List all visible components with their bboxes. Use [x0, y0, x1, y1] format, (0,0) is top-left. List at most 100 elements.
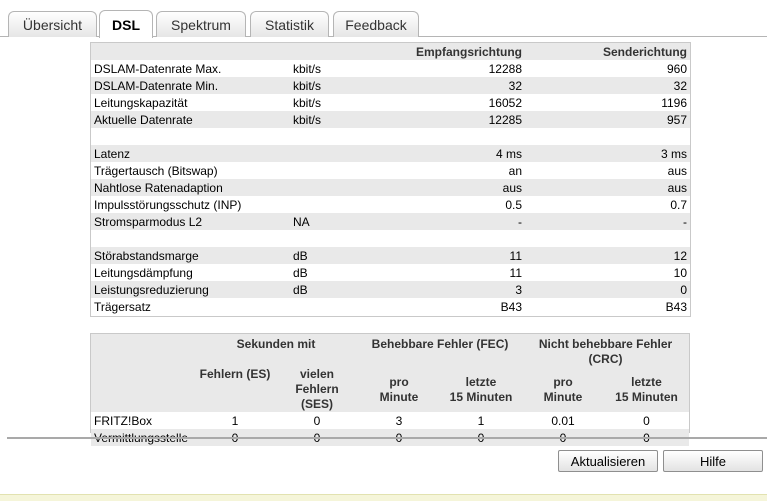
- row-tx-value: 0.7: [670, 197, 687, 212]
- row-rx-value: 3: [515, 282, 522, 297]
- header-empty: [91, 334, 194, 367]
- cell-crc-min: 0.01: [551, 413, 575, 428]
- help-button[interactable]: Hilfe: [663, 450, 763, 472]
- row-label: Trägersatz: [94, 299, 151, 314]
- row-rx-value: [390, 128, 525, 145]
- header-crc-15-line2: 15 Minuten: [615, 389, 678, 404]
- row-unit: dB: [293, 282, 308, 297]
- header-crc-line1: Nicht behebbare Fehler: [538, 337, 673, 351]
- row-label: Aktuelle Datenrate: [94, 112, 193, 127]
- row-tx-value: 32: [673, 78, 687, 93]
- row-tx-value: aus: [667, 163, 687, 178]
- bottom-strip: [0, 494, 767, 501]
- header-crc: Nicht behebbare Fehler (CRC): [522, 334, 689, 367]
- row-tx-value: 10: [673, 265, 687, 280]
- header-fec-last-15: letzte 15 Minuten: [440, 367, 522, 412]
- row-tx-value: 0: [680, 282, 687, 297]
- header-fec: Behebbare Fehler (FEC): [371, 337, 509, 351]
- row-unit: dB: [293, 265, 308, 280]
- header-crc-per-minute: pro Minute: [522, 367, 604, 412]
- row-label: Leitungsdämpfung: [94, 265, 193, 280]
- row-label: [91, 230, 290, 247]
- error-sub-header-row: Fehlern (ES) vielen Fehlern (SES) pro Mi…: [91, 367, 690, 412]
- row-label: FRITZ!Box: [94, 413, 153, 428]
- row-rx-value: 12285: [488, 112, 522, 127]
- header-crc-min-line1: pro: [553, 374, 573, 389]
- header-sekunden-mit: Sekunden mit: [236, 337, 316, 351]
- row-label: Impulsstörungsschutz (INP): [94, 197, 242, 212]
- row-tx-value: 1196: [661, 95, 687, 110]
- row-unit: NA: [293, 214, 310, 229]
- error-group-header-row: Sekunden mit Behebbare Fehler (FEC) Nich…: [91, 334, 690, 367]
- row-rx-value: [390, 230, 525, 247]
- tab-spektrum[interactable]: Spektrum: [156, 11, 246, 37]
- header-fec-15-line2: 15 Minuten: [449, 389, 513, 404]
- tab-dsl[interactable]: DSL: [99, 10, 153, 38]
- header-ses-line2: Fehlern (SES): [295, 382, 339, 411]
- table-row: Stromsparmodus L2 NA - -: [91, 213, 690, 230]
- table-row: Störabstandsmarge dB 11 12: [91, 247, 690, 264]
- row-rx-value: -: [518, 214, 522, 229]
- row-tx-value: 957: [666, 112, 687, 127]
- header-senderichtung: Senderichtung: [602, 44, 687, 59]
- table-row: Leistungsreduzierung dB 3 0: [91, 281, 690, 298]
- header-unit: [290, 43, 390, 60]
- row-tx-value: aus: [667, 180, 687, 195]
- table-row: Leitungsdämpfung dB 11 10: [91, 264, 690, 281]
- table-row: Leitungskapazität kbit/s 16052 1196: [91, 94, 690, 111]
- row-rx-value: 11: [509, 248, 522, 263]
- cell-fec-15: 1: [477, 413, 485, 428]
- tab-statistik[interactable]: Statistik: [250, 11, 329, 37]
- table-row-spacer: [91, 128, 690, 145]
- row-tx-value: 960: [666, 61, 687, 76]
- cell-fec-min: 3: [395, 413, 403, 428]
- row-unit: kbit/s: [293, 61, 322, 76]
- cell-es: 1: [231, 413, 239, 428]
- content-separator: [7, 437, 767, 439]
- error-stats-table: Sekunden mit Behebbare Fehler (FEC) Nich…: [91, 334, 690, 446]
- header-crc-min-line2: Minute: [543, 389, 583, 404]
- table-header-row: Empfangsrichtung Senderichtung: [91, 43, 690, 60]
- row-tx-value: 3 ms: [660, 146, 687, 161]
- table-row: DSLAM-Datenrate Max. kbit/s 12288 960: [91, 60, 690, 77]
- header-label: [91, 43, 290, 60]
- row-label: Störabstandsmarge: [94, 248, 199, 263]
- row-unit: [290, 162, 390, 179]
- row-rx-value: 32: [508, 78, 522, 93]
- row-rx-value: 11: [509, 265, 522, 280]
- row-rx-value: an: [508, 163, 522, 178]
- header-empty: [91, 367, 194, 412]
- row-tx-value: B43: [665, 299, 687, 314]
- table-row: DSLAM-Datenrate Min. kbit/s 32 32: [91, 77, 690, 94]
- refresh-button[interactable]: Aktualisieren: [558, 450, 658, 472]
- table-row: Latenz 4 ms 3 ms: [91, 145, 690, 162]
- row-unit: kbit/s: [293, 112, 322, 127]
- row-rx-value: 4 ms: [495, 146, 522, 161]
- header-fec-15-line1: letzte: [465, 374, 497, 389]
- cell-ses: 0: [313, 413, 321, 428]
- row-label: DSLAM-Datenrate Min.: [94, 78, 219, 93]
- row-tx-value: [525, 230, 690, 247]
- row-label: Leitungskapazität: [94, 95, 188, 110]
- row-tx-value: 12: [673, 248, 687, 263]
- header-crc-line2: (CRC): [588, 352, 623, 366]
- tab-uebersicht[interactable]: Übersicht: [8, 11, 97, 37]
- row-rx-value: 0.5: [505, 197, 522, 212]
- tab-feedback[interactable]: Feedback: [333, 11, 419, 37]
- row-label: Stromsparmodus L2: [94, 214, 203, 229]
- row-unit: [290, 196, 390, 213]
- row-label: Trägertausch (Bitswap): [94, 163, 218, 178]
- row-tx-value: [525, 128, 690, 145]
- header-empfangsrichtung: Empfangsrichtung: [415, 44, 522, 59]
- cell-crc-15: 0: [643, 413, 650, 428]
- header-crc-15-line1: letzte: [631, 374, 662, 389]
- header-ses: vielen Fehlern (SES): [276, 367, 358, 412]
- row-label: Nahtlose Ratenadaption: [94, 180, 223, 195]
- row-label: DSLAM-Datenrate Max.: [94, 61, 222, 76]
- row-rx-value: 12288: [488, 61, 522, 76]
- header-es: Fehlern (ES): [199, 367, 271, 381]
- header-fec-per-minute: pro Minute: [358, 367, 440, 412]
- row-unit: [290, 128, 390, 145]
- tab-bar: Übersicht DSL Spektrum Statistik Feedbac…: [0, 0, 767, 38]
- row-unit: [290, 230, 390, 247]
